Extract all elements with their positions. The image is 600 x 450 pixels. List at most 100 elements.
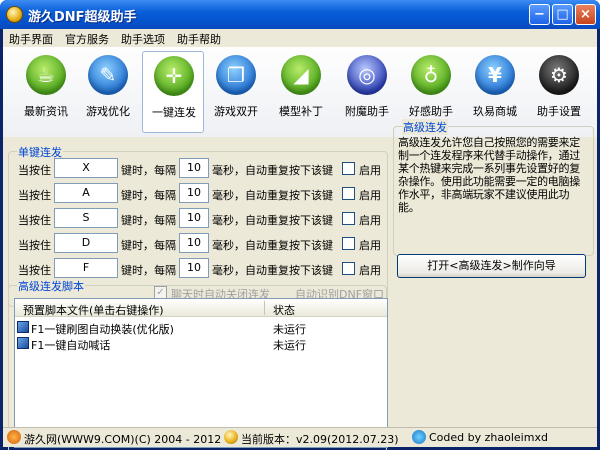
window-title: 游久DNF超级助手 bbox=[28, 10, 137, 25]
key-input[interactable]: A bbox=[54, 183, 118, 203]
column-script-file[interactable]: 预置脚本文件(单击右键操作) bbox=[23, 302, 164, 318]
key-row-mid: 键时，每隔 bbox=[121, 239, 176, 252]
script-state: 未运行 bbox=[273, 339, 306, 352]
tool-label: 附魔助手 bbox=[345, 105, 389, 118]
interval-input[interactable]: 10 bbox=[179, 258, 209, 278]
key-row-mid: 键时，每隔 bbox=[121, 214, 176, 227]
key-input[interactable]: S bbox=[54, 208, 118, 228]
key-row-prefix: 当按住 bbox=[18, 164, 51, 177]
advanced-title: 高级连发 bbox=[402, 119, 448, 135]
key-input[interactable]: F bbox=[54, 258, 118, 278]
tool-one-key-burst[interactable]: ✛ 一键连发 bbox=[142, 51, 204, 133]
key-row-prefix: 当按住 bbox=[18, 214, 51, 227]
column-divider[interactable] bbox=[264, 301, 265, 315]
advanced-wizard-button[interactable]: 打开<高级连发>制作向导 bbox=[397, 254, 586, 278]
tool-dual-open[interactable]: ❐ 游戏双开 bbox=[205, 51, 267, 133]
key-row: 当按住 X 键时，每隔 10 毫秒，自动重复按下该键 启用 bbox=[9, 158, 389, 180]
menu-helper-options[interactable]: 助手选项 bbox=[121, 31, 165, 47]
key-row-mid: 键时，每隔 bbox=[121, 264, 176, 277]
interval-input[interactable]: 10 bbox=[179, 208, 209, 228]
windows-icon: ❐ bbox=[216, 55, 256, 95]
enable-label: 启用 bbox=[359, 214, 381, 227]
yen-icon: ¥ bbox=[475, 55, 515, 95]
key-row-prefix: 当按住 bbox=[18, 189, 51, 202]
list-item[interactable]: F1一键刷图自动换装(优化版) 未运行 bbox=[15, 319, 387, 336]
close-button[interactable]: × bbox=[575, 4, 596, 25]
interval-input[interactable]: 10 bbox=[179, 158, 209, 178]
menu-helper-help[interactable]: 助手帮助 bbox=[177, 31, 221, 47]
tool-label: 最新资讯 bbox=[24, 105, 68, 118]
column-status[interactable]: 状态 bbox=[273, 302, 295, 318]
menu-helper-ui[interactable]: 助手界面 bbox=[9, 31, 53, 47]
tool-settings[interactable]: ⚙ 助手设置 bbox=[528, 51, 590, 133]
tool-game-optimize[interactable]: ✎ 游戏优化 bbox=[77, 51, 139, 133]
app-window: 游久DNF超级助手 − □ × 助手界面 官方服务 助手选项 助手帮助 ☕ 最新… bbox=[0, 0, 600, 450]
enable-checkbox[interactable] bbox=[342, 162, 355, 175]
tool-label: 模型补丁 bbox=[279, 105, 323, 118]
title-bar[interactable]: 游久DNF超级助手 − □ × bbox=[0, 0, 600, 29]
enable-label: 启用 bbox=[359, 239, 381, 252]
glass-icon: ♁ bbox=[411, 55, 451, 95]
version-icon bbox=[224, 430, 238, 444]
advanced-description: 高级连发允许您自己按照您的需要来定制一个连发程序来代替手动操作，通过某个热键来完… bbox=[398, 136, 580, 214]
list-header: 预置脚本文件(单击右键操作) 状态 bbox=[15, 299, 387, 317]
client-area: 助手界面 官方服务 助手选项 助手帮助 ☕ 最新资讯 ✎ 游戏优化 ✛ 一键连发… bbox=[3, 29, 597, 450]
tool-mall[interactable]: ¥ 玖易商城 bbox=[464, 51, 526, 133]
tool-enchant-helper[interactable]: ◎ 附魔助手 bbox=[336, 51, 398, 133]
enable-label: 启用 bbox=[359, 164, 381, 177]
menu-bar: 助手界面 官方服务 助手选项 助手帮助 bbox=[3, 29, 597, 47]
key-row: 当按住 F 键时，每隔 10 毫秒，自动重复按下该键 启用 bbox=[9, 258, 389, 280]
app-logo-icon bbox=[6, 6, 23, 23]
key-row-prefix: 当按住 bbox=[18, 239, 51, 252]
script-list[interactable]: 预置脚本文件(单击右键操作) 状态 F1一键刷图自动换装(优化版) 未运行 F1… bbox=[14, 298, 388, 448]
gear-icon: ⚙ bbox=[539, 55, 579, 95]
key-row-mid: 键时，每隔 bbox=[121, 164, 176, 177]
script-group: 高级连发脚本 预置脚本文件(单击右键操作) 状态 F1一键刷图自动换装(优化版)… bbox=[8, 278, 388, 450]
maximize-button[interactable]: □ bbox=[552, 4, 573, 25]
toolbar: ☕ 最新资讯 ✎ 游戏优化 ✛ 一键连发 ❐ 游戏双开 ◢ 模型补丁 ◎ 附魔助… bbox=[3, 47, 597, 137]
enable-checkbox[interactable] bbox=[342, 187, 355, 200]
interval-input[interactable]: 10 bbox=[179, 183, 209, 203]
scroll-icon: ✎ bbox=[88, 55, 128, 95]
advanced-group: 高级连发 高级连发允许您自己按照您的需要来定制一个连发程序来代替手动操作，通过某… bbox=[393, 119, 594, 256]
key-input[interactable]: X bbox=[54, 158, 118, 178]
tool-model-patch[interactable]: ◢ 模型补丁 bbox=[270, 51, 332, 133]
script-file-icon bbox=[17, 321, 29, 333]
globe-icon: ◎ bbox=[347, 55, 387, 95]
key-row: 当按住 D 键时，每隔 10 毫秒，自动重复按下该键 启用 bbox=[9, 233, 389, 255]
tool-label: 一键连发 bbox=[152, 106, 196, 119]
status-site[interactable]: 游久网(WWW9.COM)(C) 2004 - 2012 bbox=[24, 431, 221, 446]
key-row: 当按住 A 键时，每隔 10 毫秒，自动重复按下该键 启用 bbox=[9, 183, 389, 205]
ruler-icon: ◢ bbox=[281, 55, 321, 95]
menu-official-service[interactable]: 官方服务 bbox=[65, 31, 109, 47]
qq-icon bbox=[412, 430, 426, 444]
tool-label: 游戏优化 bbox=[86, 105, 130, 118]
script-group-title: 高级连发脚本 bbox=[17, 278, 85, 294]
key-row: 当按住 S 键时，每隔 10 毫秒，自动重复按下该键 启用 bbox=[9, 208, 389, 230]
tool-label: 玖易商城 bbox=[473, 105, 517, 118]
tool-label: 游戏双开 bbox=[214, 105, 258, 118]
list-item[interactable]: F1一键自动喊话 未运行 bbox=[15, 335, 387, 352]
cup-icon: ☕ bbox=[26, 55, 66, 95]
key-row-mid: 键时，每隔 bbox=[121, 189, 176, 202]
tool-news[interactable]: ☕ 最新资讯 bbox=[15, 51, 77, 133]
interval-input[interactable]: 10 bbox=[179, 233, 209, 253]
key-row-suffix: 毫秒，自动重复按下该键 bbox=[212, 239, 333, 252]
enable-checkbox[interactable] bbox=[342, 237, 355, 250]
enable-label: 启用 bbox=[359, 264, 381, 277]
key-row-suffix: 毫秒，自动重复按下该键 bbox=[212, 189, 333, 202]
tool-label: 助手设置 bbox=[537, 105, 581, 118]
key-row-suffix: 毫秒，自动重复按下该键 bbox=[212, 214, 333, 227]
enable-checkbox[interactable] bbox=[342, 262, 355, 275]
script-file-icon bbox=[17, 337, 29, 349]
site-logo-icon bbox=[7, 430, 21, 444]
minimize-button[interactable]: − bbox=[529, 4, 550, 25]
status-coder[interactable]: Coded by zhaoleimxd bbox=[429, 431, 548, 446]
key-row-prefix: 当按住 bbox=[18, 264, 51, 277]
key-input[interactable]: D bbox=[54, 233, 118, 253]
key-row-suffix: 毫秒，自动重复按下该键 bbox=[212, 164, 333, 177]
gamepad-icon: ✛ bbox=[154, 56, 194, 96]
enable-checkbox[interactable] bbox=[342, 212, 355, 225]
status-version: 当前版本：v2.09(2012.07.23) bbox=[241, 433, 399, 446]
enable-label: 启用 bbox=[359, 189, 381, 202]
